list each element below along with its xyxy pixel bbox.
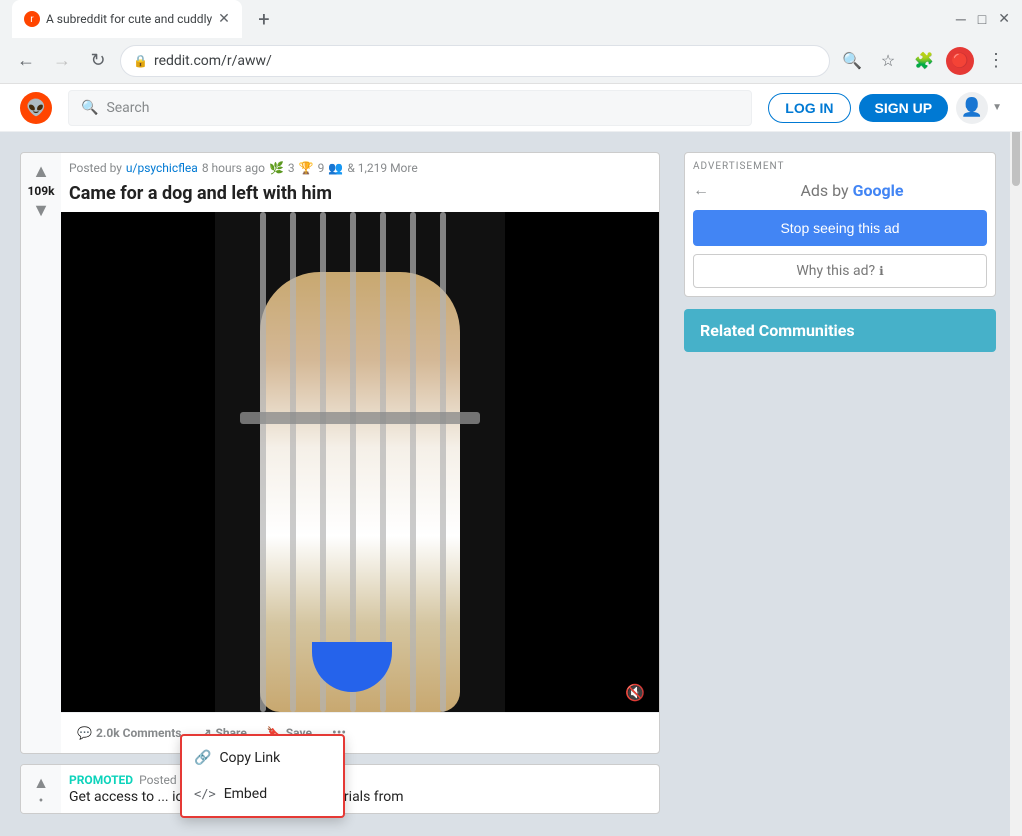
browser-title-bar: r A subreddit for cute and cuddly ✕ + ─ … — [0, 0, 1022, 38]
ad-section: ADVERTISEMENT ← Ads by Google Stop seein… — [684, 152, 996, 297]
promoted-vote-column: ▲ • — [21, 765, 61, 813]
related-communities-title: Related Communities — [700, 321, 980, 340]
post-title: Came for a dog and left with him — [61, 179, 659, 212]
refresh-button[interactable]: ↻ — [84, 47, 112, 75]
browser-tab[interactable]: r A subreddit for cute and cuddly ✕ — [12, 0, 242, 38]
promoted-title-text: Get access to ... — [69, 789, 169, 805]
scrollbar-thumb[interactable] — [1012, 126, 1020, 186]
post-author[interactable]: u/psychicflea — [126, 161, 198, 175]
login-button[interactable]: LOG IN — [768, 93, 850, 123]
signup-button[interactable]: SIGN UP — [859, 94, 949, 122]
ads-by-text: Ads by — [800, 181, 848, 200]
award-emoji-3: 👥 — [328, 161, 343, 175]
user-menu[interactable]: 👤 ▼ — [956, 92, 1002, 124]
post-area: ▲ 109k ▼ Posted by u/psychicflea 8 hours… — [20, 152, 660, 814]
google-text: Google — [853, 181, 904, 200]
post-content: Posted by u/psychicflea 8 hours ago 🌿 3 … — [61, 153, 659, 753]
reddit-logo[interactable]: 👽 — [20, 92, 52, 124]
tab-favicon: r — [24, 11, 40, 27]
copy-link-label: Copy Link — [219, 750, 280, 766]
search-icon: 🔍 — [81, 100, 98, 116]
browser-action-profile[interactable]: 🔴 — [946, 47, 974, 75]
related-communities: Related Communities — [684, 309, 996, 352]
embed-item[interactable]: </> Embed — [182, 776, 343, 812]
award-count-2: 9 — [318, 161, 325, 175]
browser-action-bookmark[interactable]: ☆ — [874, 47, 902, 75]
info-icon: ℹ — [879, 264, 884, 278]
award-count-1: 3 — [288, 161, 295, 175]
post-image-container: 🔇 — [61, 212, 659, 712]
embed-label: Embed — [224, 786, 267, 802]
window-controls: ─ □ ✕ — [956, 11, 1010, 28]
stop-seeing-ad-button[interactable]: Stop seeing this ad — [693, 210, 987, 246]
minimize-button[interactable]: ─ — [956, 11, 966, 28]
comments-button[interactable]: 💬 2.0k Comments — [69, 720, 189, 746]
new-tab-button[interactable]: + — [250, 5, 278, 33]
vote-column: ▲ 109k ▼ — [21, 153, 61, 753]
award-emoji-1: 🌿 — [269, 161, 284, 175]
reddit-header: 👽 🔍 Search LOG IN SIGN UP 👤 ▼ — [0, 84, 1022, 132]
scrollbar[interactable] — [1010, 124, 1022, 836]
why-ad-text: Why this ad? — [796, 263, 875, 279]
mute-icon[interactable]: 🔇 — [619, 681, 651, 704]
vote-count: 109k — [27, 184, 54, 198]
promoted-bullet: • — [39, 793, 44, 809]
ad-header-row: ← Ads by Google — [693, 180, 987, 200]
search-placeholder: Search — [106, 100, 149, 116]
search-box[interactable]: 🔍 Search — [68, 90, 752, 126]
dropdown-popup: 🔗 Copy Link </> Embed — [180, 734, 345, 818]
post-card: ▲ 109k ▼ Posted by u/psychicflea 8 hours… — [20, 152, 660, 754]
ad-back-button[interactable]: ← — [693, 180, 709, 200]
url-text[interactable]: reddit.com/r/aww/ — [154, 53, 272, 69]
main-layout: ▲ 109k ▼ Posted by u/psychicflea 8 hours… — [0, 132, 1022, 834]
lock-icon: 🔒 — [133, 54, 148, 68]
ad-label: ADVERTISEMENT — [693, 161, 987, 172]
promoted-tag: PROMOTED — [69, 773, 133, 787]
post-time: 8 hours ago — [202, 161, 265, 175]
maximize-button[interactable]: □ — [978, 11, 986, 28]
upvote-button[interactable]: ▲ — [32, 161, 50, 182]
user-avatar: 👤 — [956, 92, 988, 124]
ads-by-google: Ads by Google — [717, 181, 987, 200]
chevron-down-icon: ▼ — [992, 102, 1002, 113]
address-bar-row: ← → ↻ 🔒 reddit.com/r/aww/ 🔍 ☆ 🧩 🔴 ⋮ — [0, 38, 1022, 84]
close-button[interactable]: ✕ — [998, 11, 1010, 28]
embed-icon: </> — [194, 787, 216, 801]
link-icon: 🔗 — [194, 750, 211, 766]
cat-image-placeholder — [215, 212, 505, 712]
tab-close-icon[interactable]: ✕ — [218, 11, 230, 27]
url-bar[interactable]: 🔒 reddit.com/r/aww/ — [120, 45, 830, 77]
posted-by-label: Posted by — [69, 161, 122, 175]
browser-action-extensions[interactable]: 🧩 — [910, 47, 938, 75]
post-header: Posted by u/psychicflea 8 hours ago 🌿 3 … — [61, 153, 659, 179]
back-button[interactable]: ← — [12, 47, 40, 75]
header-actions: LOG IN SIGN UP 👤 ▼ — [768, 92, 1002, 124]
downvote-button[interactable]: ▼ — [32, 200, 50, 221]
award-emoji-2: 🏆 — [299, 161, 314, 175]
promoted-upvote[interactable]: ▲ — [33, 773, 49, 793]
tab-title: A subreddit for cute and cuddly — [46, 12, 212, 26]
browser-action-search[interactable]: 🔍 — [838, 47, 866, 75]
post-actions: 💬 2.0k Comments ↗ Share 🔖 Save ••• — [61, 712, 659, 753]
comments-label: 2.0k Comments — [96, 726, 182, 740]
why-ad-button[interactable]: Why this ad? ℹ — [693, 254, 987, 288]
copy-link-item[interactable]: 🔗 Copy Link — [182, 740, 343, 776]
browser-menu-button[interactable]: ⋮ — [982, 47, 1010, 75]
sidebar: ADVERTISEMENT ← Ads by Google Stop seein… — [684, 152, 996, 814]
award-more: & 1,219 More — [347, 161, 417, 175]
comments-icon: 💬 — [77, 726, 92, 740]
forward-button[interactable]: → — [48, 47, 76, 75]
